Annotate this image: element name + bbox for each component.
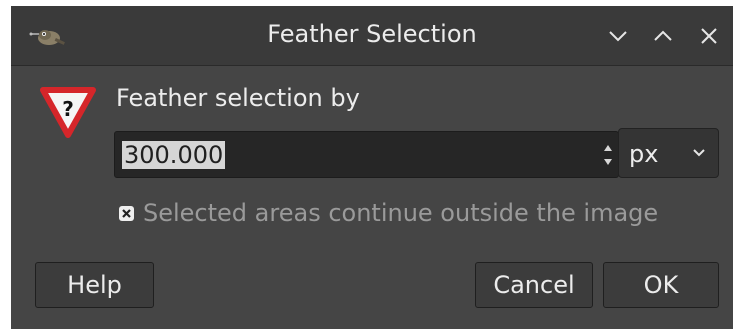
title-bar[interactable]: Feather Selection	[11, 6, 733, 66]
svg-text:?: ?	[62, 97, 74, 121]
warning-question-icon: ?	[40, 87, 96, 138]
checkmark-icon	[122, 209, 131, 218]
chevron-down-icon	[693, 149, 705, 157]
selected-areas-label: Selected areas continue outside the imag…	[143, 199, 659, 227]
maximize-button[interactable]	[650, 23, 676, 49]
selected-areas-checkbox[interactable]	[119, 206, 134, 221]
chevron-up-icon	[654, 30, 672, 41]
help-button[interactable]: Help	[35, 262, 154, 308]
gimp-wilber-icon	[29, 30, 65, 45]
feather-amount-input[interactable]: 300.000	[114, 131, 619, 178]
spin-arrows-icon[interactable]	[602, 137, 614, 173]
ok-button[interactable]: OK	[603, 262, 719, 308]
chevron-down-icon	[609, 31, 627, 42]
feather-selection-dialog: Feather Selection ? Feather selection by…	[11, 6, 733, 329]
feather-amount-value[interactable]: 300.000	[122, 141, 226, 169]
minimize-button[interactable]	[605, 23, 631, 49]
unit-select[interactable]: px	[618, 128, 719, 178]
feather-prompt-label: Feather selection by	[116, 84, 360, 112]
cancel-button[interactable]: Cancel	[475, 262, 593, 308]
close-button[interactable]	[696, 23, 722, 49]
close-icon	[701, 28, 717, 44]
unit-value: px	[629, 140, 659, 168]
